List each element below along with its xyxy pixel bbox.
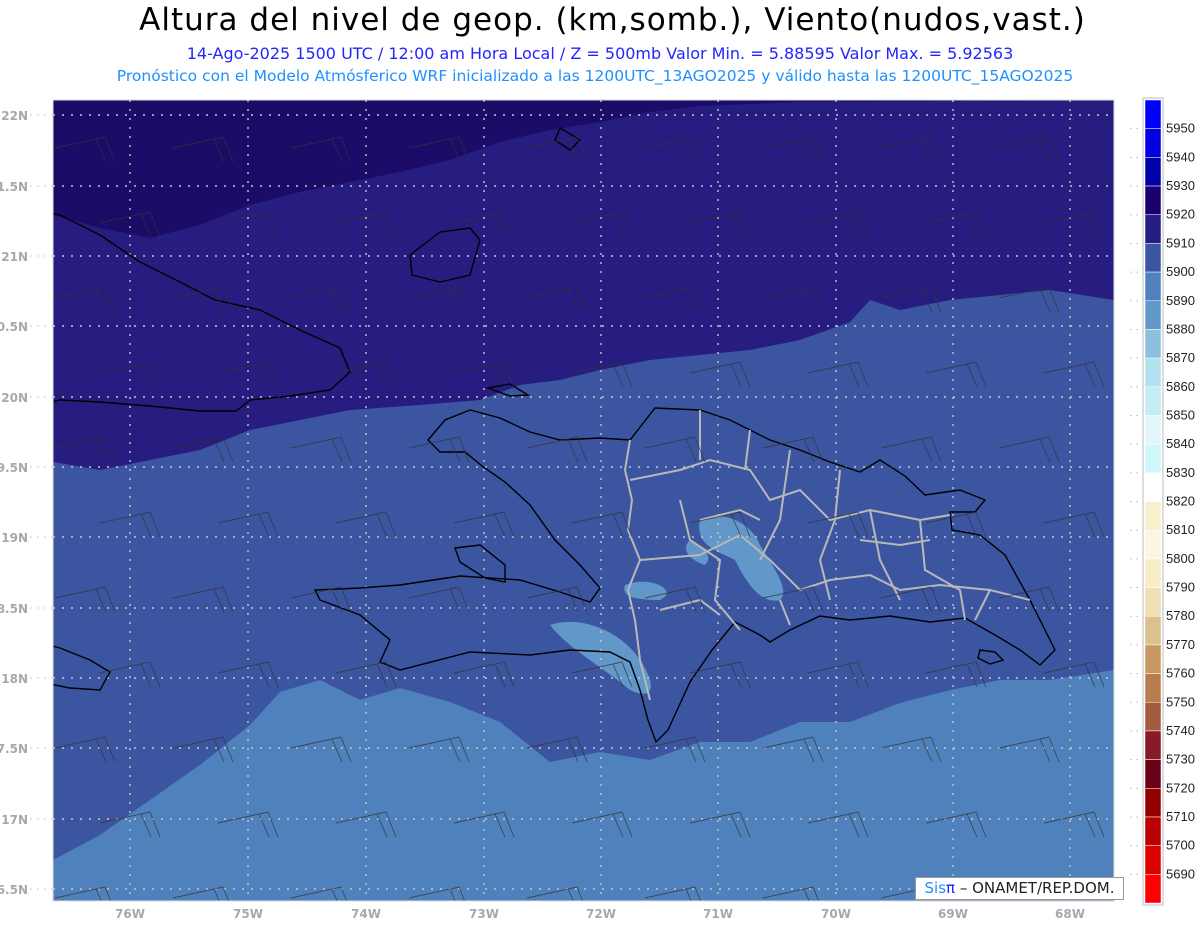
colorbar-swatch [1144, 300, 1162, 330]
colorbar-swatch [1144, 730, 1162, 760]
colorbar-label: 5840 [1166, 436, 1195, 451]
colorbar-swatch [1144, 271, 1162, 302]
latitude-label: 22N [1, 109, 28, 123]
credit-label: Sisπ – ONAMET/REP.DOM. [915, 877, 1124, 900]
colorbar-label: 5930 [1166, 178, 1195, 193]
latitude-label: 20N [1, 391, 28, 405]
colorbar-label: 5780 [1166, 608, 1195, 623]
colorbar-label: 5730 [1166, 752, 1195, 767]
longitude-label: 76W [115, 907, 145, 921]
colorbar-swatch [1144, 329, 1162, 359]
colorbar-swatch [1144, 472, 1162, 502]
colorbar-label: 5800 [1166, 551, 1195, 566]
credit-sis: Sis [924, 879, 947, 897]
colorbar-swatch [1144, 587, 1162, 617]
colorbar-label: 5920 [1166, 207, 1195, 222]
colorbar-label: 5760 [1166, 666, 1195, 681]
geopotential-map: 76W 75W 74W 73W 72W 71W 70W 69W 68W 22N 1.5N 21N 0.… [0, 97, 1195, 921]
colorbar-swatch [1144, 558, 1162, 588]
colorbar-label: 5950 [1166, 121, 1195, 136]
latitude-label: 18N [1, 672, 28, 686]
colorbar-label: 5910 [1166, 235, 1195, 250]
colorbar-swatch [1144, 99, 1162, 129]
colorbar-label: 5750 [1166, 694, 1195, 709]
longitude-label: 75W [233, 907, 263, 921]
colorbar-label: 5850 [1166, 407, 1195, 422]
colorbar-label: 5940 [1166, 149, 1195, 164]
longitude-label: 74W [351, 907, 381, 921]
latitude-label: 21N [1, 250, 28, 264]
colorbar-swatch [1144, 157, 1162, 187]
longitude-axis: 76W 75W 74W 73W 72W 71W 70W 69W 68W [115, 907, 1085, 921]
colorbar-label: 5900 [1166, 264, 1195, 279]
latitude-label: 9.5N [0, 461, 28, 475]
colorbar-label: 5870 [1166, 350, 1195, 365]
colorbar-swatch [1144, 788, 1162, 818]
credit-pi-logo: π [946, 879, 956, 897]
colorbar-label: 5740 [1166, 723, 1195, 738]
latitude-label: 8.5N [0, 602, 28, 616]
contour-field [53, 100, 1114, 901]
latitude-label: 19N [1, 531, 28, 545]
colorbar-label: 5770 [1166, 637, 1195, 652]
valid-time-subtitle: 14-Ago-2025 1500 UTC / 12:00 am Hora Loc… [186, 44, 1014, 63]
longitude-label: 73W [469, 907, 499, 921]
latitude-label: 7.5N [0, 742, 28, 756]
colorbar-swatch [1144, 702, 1162, 732]
longitude-label: 68W [1055, 907, 1085, 921]
latitude-label: 1.5N [0, 180, 28, 194]
colorbar-label: 5890 [1166, 293, 1195, 308]
colorbar-label: 5790 [1166, 580, 1195, 595]
colorbar-swatch [1144, 816, 1162, 846]
colorbar-swatch [1144, 759, 1162, 789]
colorbar-swatch [1144, 128, 1162, 158]
colorbar: 5950 5940 5930 5920 5910 5900 5890 5880 5870 5860… [1130, 97, 1195, 907]
colorbar-swatch [1144, 243, 1162, 273]
colorbar-swatch [1144, 874, 1162, 904]
latitude-label: 17N [1, 813, 28, 827]
colorbar-label: 5810 [1166, 522, 1195, 537]
longitude-label: 69W [938, 907, 968, 921]
model-info-subtitle: Pronóstico con el Modelo Atmósferico WRF… [116, 67, 1074, 85]
longitude-label: 72W [586, 907, 616, 921]
colorbar-label: 5710 [1166, 809, 1195, 824]
colorbar-swatch [1144, 415, 1162, 445]
colorbar-label: 5830 [1166, 465, 1195, 480]
colorbar-swatch [1144, 386, 1162, 416]
credit-org: – ONAMET/REP.DOM. [955, 879, 1115, 897]
colorbar-swatch [1144, 615, 1162, 646]
colorbar-swatch [1144, 529, 1162, 560]
latitude-label: 0.5N [0, 320, 28, 334]
colorbar-label: 5690 [1166, 866, 1195, 881]
latitude-axis: 22N 1.5N 21N 0.5N 20N 9.5N 19N 8.5N 18N 7.5N 17N 6.… [0, 109, 53, 897]
colorbar-swatch [1144, 357, 1162, 388]
colorbar-swatch [1144, 673, 1162, 703]
colorbar-swatch [1144, 644, 1162, 674]
colorbar-swatch [1144, 845, 1162, 875]
colorbar-swatch [1144, 501, 1162, 531]
map-title: Altura del nivel de geop. (km,somb.), Vi… [139, 2, 1086, 38]
longitude-label: 71W [703, 907, 733, 921]
longitude-label: 70W [821, 907, 851, 921]
latitude-label: 6.5N [0, 883, 28, 897]
colorbar-label: 5720 [1166, 780, 1195, 795]
colorbar-swatch [1144, 443, 1162, 474]
colorbar-label: 5880 [1166, 321, 1195, 336]
colorbar-swatch [1144, 214, 1162, 244]
colorbar-swatch [1144, 185, 1162, 215]
colorbar-label: 5820 [1166, 494, 1195, 509]
colorbar-label: 5860 [1166, 379, 1195, 394]
colorbar-label: 5700 [1166, 838, 1195, 853]
